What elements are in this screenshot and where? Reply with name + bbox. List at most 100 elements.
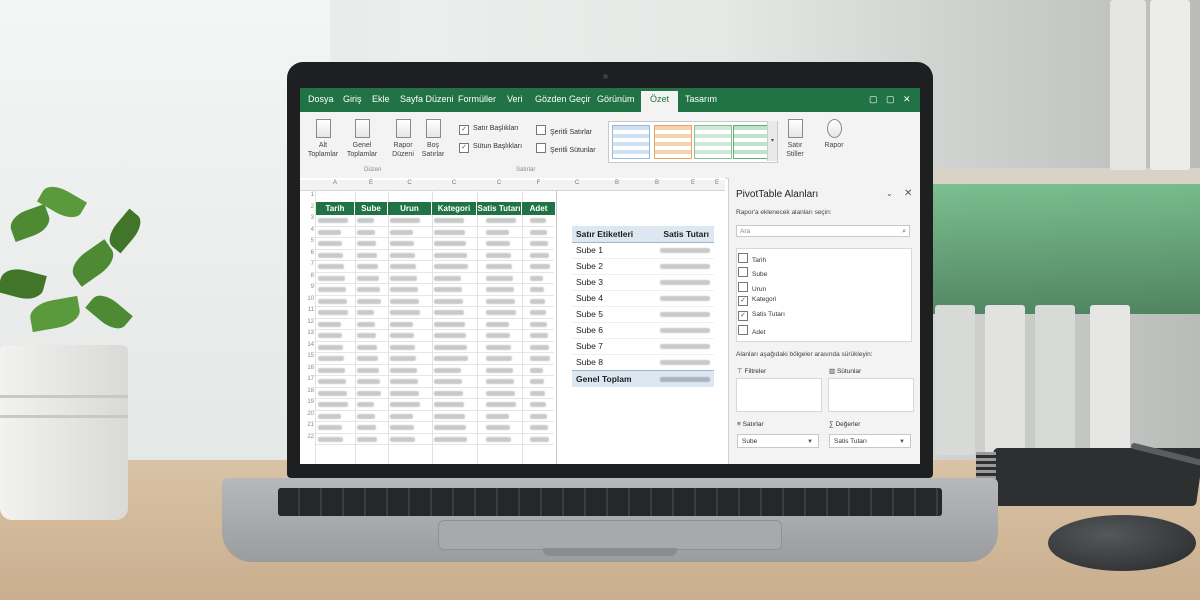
- row-number[interactable]: 6: [302, 250, 314, 256]
- alt-toplamlar-button[interactable]: Alt Toplamlar: [306, 119, 340, 159]
- column-header-letter[interactable]: B: [598, 180, 636, 190]
- pivot-total-row[interactable]: Genel Toplam: [572, 370, 714, 387]
- table-header-kategori[interactable]: Kategori: [432, 202, 476, 215]
- column-header-letter[interactable]: C: [388, 180, 431, 190]
- table-header-sube[interactable]: Sube: [355, 202, 387, 215]
- column-header-letter[interactable]: C: [432, 180, 476, 190]
- bos-satirlar-button[interactable]: Boş Satırlar: [420, 119, 446, 159]
- rows-zone-field[interactable]: Sube ▼: [737, 434, 819, 448]
- tab-ekle[interactable]: Ekle: [372, 94, 390, 104]
- filters-drop-zone[interactable]: [736, 378, 822, 412]
- row-number[interactable]: 16: [302, 365, 314, 371]
- pivot-styles-gallery[interactable]: [608, 121, 778, 163]
- rapor-button[interactable]: Rapor: [814, 119, 854, 150]
- close-window-icon[interactable]: ✕: [903, 94, 911, 105]
- pivot-row[interactable]: Sube 6: [572, 322, 714, 339]
- row-number[interactable]: 21: [302, 422, 314, 428]
- pivot-row[interactable]: Sube 5: [572, 306, 714, 323]
- tab-sayfa-duzeni[interactable]: Sayfa Düzeni: [400, 94, 454, 104]
- pivot-value-header[interactable]: Satis Tutarı: [663, 226, 709, 242]
- column-header-letter[interactable]: F: [522, 180, 555, 190]
- chevron-down-icon[interactable]: ▼: [899, 435, 905, 449]
- field-adet[interactable]: Adet: [738, 325, 765, 336]
- row-number[interactable]: 4: [302, 227, 314, 233]
- row-number[interactable]: 7: [302, 261, 314, 267]
- pane-options-chevron-icon[interactable]: ⌄: [886, 189, 893, 198]
- field-kategori[interactable]: ✓ Kategori: [738, 296, 776, 306]
- row-number[interactable]: 17: [302, 376, 314, 382]
- seritli-satirlar-checkbox[interactable]: Şeritli Satırlar: [536, 125, 592, 136]
- rapor-duzeni-button[interactable]: Rapor Düzeni: [388, 119, 418, 159]
- field-satis-tutari[interactable]: ✓ Satis Tutarı: [738, 311, 785, 321]
- satir-stiller-button[interactable]: Satır Stiller: [782, 119, 808, 159]
- pivot-header-row[interactable]: Satır Etiketleri Satis Tutarı: [572, 226, 714, 243]
- row-number[interactable]: 22: [302, 434, 314, 440]
- row-number[interactable]: 3: [302, 215, 314, 221]
- row-number[interactable]: 11: [302, 307, 314, 313]
- gallery-more-arrow-icon[interactable]: ▾: [767, 121, 777, 161]
- tab-veri[interactable]: Veri: [507, 94, 523, 104]
- seritli-sutunlar-checkbox[interactable]: Şeritli Sütunlar: [536, 143, 596, 154]
- chevron-down-icon[interactable]: ▼: [807, 435, 813, 449]
- pivot-row[interactable]: Sube 8: [572, 354, 714, 371]
- minimize-icon[interactable]: ▢: [886, 94, 895, 105]
- column-header-letter[interactable]: E: [678, 180, 708, 190]
- style-thumbnail[interactable]: [612, 125, 650, 159]
- column-header-letter[interactable]: C: [558, 180, 596, 190]
- tab-tasarim[interactable]: Tasarım: [685, 94, 717, 104]
- tab-giris[interactable]: Giriş: [343, 94, 362, 104]
- group-label-secenekler: Satırlar: [516, 167, 536, 173]
- blurred-cell: [486, 402, 516, 407]
- row-number[interactable]: 8: [302, 273, 314, 279]
- blurred-cell: [318, 356, 344, 361]
- ribbon-display-icon[interactable]: ▢: [869, 94, 878, 105]
- table-header-tarih[interactable]: Tarih: [316, 202, 354, 215]
- columns-drop-zone[interactable]: [828, 378, 914, 412]
- field-sube[interactable]: Sube: [738, 267, 767, 278]
- row-number[interactable]: 2: [302, 204, 314, 210]
- row-number[interactable]: 15: [302, 353, 314, 359]
- field-urun[interactable]: Urun: [738, 282, 766, 293]
- row-number[interactable]: 10: [302, 296, 314, 302]
- row-number[interactable]: 5: [302, 238, 314, 244]
- row-number[interactable]: 20: [302, 411, 314, 417]
- row-number[interactable]: 13: [302, 330, 314, 336]
- tab-dosya[interactable]: Dosya: [308, 94, 334, 104]
- satir-basliklari-checkbox[interactable]: ✓ Satır Başlıkları: [459, 125, 519, 135]
- row-number[interactable]: 19: [302, 399, 314, 405]
- pivot-row-labels-header[interactable]: Satır Etiketleri: [576, 226, 633, 242]
- sheet-divider: [556, 190, 557, 464]
- row-number[interactable]: 9: [302, 284, 314, 290]
- table-header-adet[interactable]: Adet: [522, 202, 555, 215]
- column-header-letter[interactable]: C: [477, 180, 521, 190]
- table-header-satis-tutari[interactable]: Satis Tutarı: [477, 202, 521, 215]
- style-thumbnail[interactable]: [733, 125, 771, 159]
- pivot-row[interactable]: Sube 2: [572, 258, 714, 275]
- values-zone-field[interactable]: Satis Tutarı ▼: [829, 434, 911, 448]
- table-header-urun[interactable]: Urun: [388, 202, 431, 215]
- style-thumbnail[interactable]: [694, 125, 732, 159]
- column-header-letter[interactable]: A: [316, 180, 354, 190]
- sutun-basliklari-checkbox[interactable]: ✓ Sütun Başlıkları: [459, 143, 522, 153]
- style-thumbnail[interactable]: [654, 125, 692, 159]
- pivot-row[interactable]: Sube 7: [572, 338, 714, 355]
- row-number[interactable]: 18: [302, 388, 314, 394]
- row-number[interactable]: 14: [302, 342, 314, 348]
- genel-toplamlar-button[interactable]: Genel Toplamlar: [344, 119, 380, 159]
- pivot-row[interactable]: Sube 4: [572, 290, 714, 307]
- tab-ozet[interactable]: Özet: [641, 91, 679, 112]
- pivot-row[interactable]: Sube 1: [572, 242, 714, 259]
- field-tarih[interactable]: Tarih: [738, 253, 766, 264]
- column-header-letter[interactable]: E: [355, 180, 387, 190]
- column-header-letter[interactable]: B: [638, 180, 676, 190]
- tab-gorunum[interactable]: Görünüm: [597, 94, 635, 104]
- tab-gozden-gecir[interactable]: Gözden Geçir: [535, 94, 591, 104]
- blurred-cell: [530, 252, 549, 258]
- row-number[interactable]: 1: [302, 192, 314, 198]
- pane-close-icon[interactable]: ✕: [904, 188, 912, 199]
- field-search-input[interactable]: Ara ⌕: [736, 225, 910, 237]
- column-header-letter[interactable]: E: [710, 180, 724, 190]
- row-number[interactable]: 12: [302, 319, 314, 325]
- tab-formuller[interactable]: Formüller: [458, 94, 496, 104]
- pivot-row[interactable]: Sube 3: [572, 274, 714, 291]
